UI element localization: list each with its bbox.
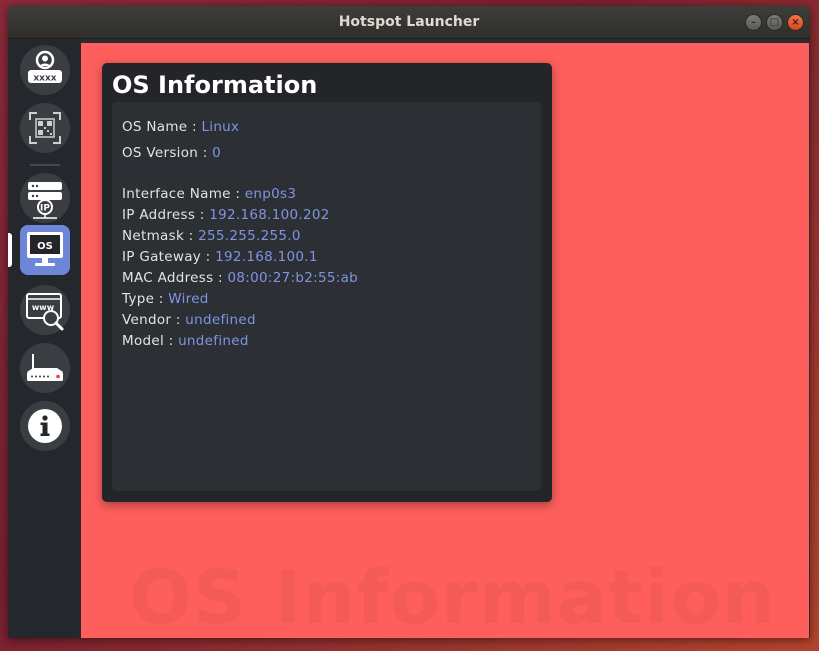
row-label: IP Gateway : bbox=[122, 249, 216, 265]
row-value: 192.168.100.202 bbox=[209, 207, 330, 223]
row-value: 08:00:27:b2:55:ab bbox=[227, 270, 359, 286]
info-row-model: Model : undefined bbox=[122, 333, 249, 349]
sidebar: xxxx IP OS www bbox=[8, 39, 81, 638]
password-mask-text: xxxx bbox=[33, 74, 56, 84]
info-row-mac-address: MAC Address : 08:00:27:b2:55:ab bbox=[122, 270, 358, 286]
row-value: undefined bbox=[178, 333, 249, 349]
active-indicator bbox=[8, 233, 12, 267]
www-search-icon: www bbox=[26, 293, 64, 331]
row-value: undefined bbox=[185, 312, 256, 328]
info-row-ip-gateway: IP Gateway : 192.168.100.1 bbox=[122, 249, 318, 265]
page-watermark: OS Information bbox=[129, 555, 777, 638]
close-button[interactable]: × bbox=[787, 14, 804, 31]
sidebar-item-router[interactable] bbox=[20, 343, 70, 393]
ip-server-icon: IP bbox=[28, 182, 62, 219]
sidebar-divider bbox=[30, 164, 60, 166]
info-row-vendor: Vendor : undefined bbox=[122, 312, 256, 328]
card-body: OS Name : Linux OS Version : 0 Interface… bbox=[112, 102, 541, 491]
row-label: Interface Name : bbox=[122, 186, 245, 202]
title-bar[interactable]: Hotspot Launcher – □ × bbox=[8, 6, 810, 39]
sidebar-item-ip[interactable]: IP bbox=[20, 173, 70, 223]
os-info-card: OS Information OS Name : Linux OS Versio… bbox=[102, 63, 552, 502]
info-row-os-version: OS Version : 0 bbox=[122, 145, 221, 161]
row-value: 192.168.100.1 bbox=[215, 249, 318, 265]
info-icon bbox=[28, 409, 62, 443]
app-window: Hotspot Launcher – □ × xxxx IP OS www OS… bbox=[8, 6, 810, 638]
os-label-text: OS bbox=[37, 241, 53, 252]
row-label: MAC Address : bbox=[122, 270, 228, 286]
row-label: OS Name : bbox=[122, 119, 202, 135]
os-monitor-icon: OS bbox=[27, 232, 63, 266]
sidebar-item-qr[interactable] bbox=[20, 103, 70, 153]
row-label: Type : bbox=[122, 291, 169, 307]
row-label: Model : bbox=[122, 333, 179, 349]
row-label: IP Address : bbox=[122, 207, 210, 223]
minimize-button[interactable]: – bbox=[745, 14, 762, 31]
sidebar-item-info[interactable] bbox=[20, 401, 70, 451]
row-value: Linux bbox=[201, 119, 240, 135]
row-value: 255.255.255.0 bbox=[198, 228, 301, 244]
info-row-netmask: Netmask : 255.255.255.0 bbox=[122, 228, 301, 244]
sidebar-item-os[interactable]: OS bbox=[20, 225, 70, 275]
info-row-type: Type : Wired bbox=[122, 291, 209, 307]
sidebar-item-www[interactable]: www bbox=[20, 285, 70, 335]
router-icon bbox=[27, 354, 63, 381]
row-label: Netmask : bbox=[122, 228, 199, 244]
card-title: OS Information bbox=[112, 71, 318, 99]
row-value: 0 bbox=[212, 145, 222, 161]
row-value: Wired bbox=[168, 291, 209, 307]
info-row-interface-name: Interface Name : enp0s3 bbox=[122, 186, 296, 202]
info-row-os-name: OS Name : Linux bbox=[122, 119, 239, 135]
window-title: Hotspot Launcher bbox=[338, 14, 480, 30]
user-password-icon: xxxx bbox=[28, 50, 62, 84]
ip-label-text: IP bbox=[40, 204, 50, 214]
info-row-ip-address: IP Address : 192.168.100.202 bbox=[122, 207, 330, 223]
main-content: OS Information OS Information OS Name : … bbox=[81, 43, 809, 638]
maximize-button[interactable]: □ bbox=[766, 14, 783, 31]
row-label: Vendor : bbox=[122, 312, 186, 328]
sidebar-item-user[interactable]: xxxx bbox=[20, 45, 70, 95]
qr-code-icon bbox=[29, 112, 61, 144]
row-value: enp0s3 bbox=[244, 186, 297, 202]
row-label: OS Version : bbox=[122, 145, 213, 161]
